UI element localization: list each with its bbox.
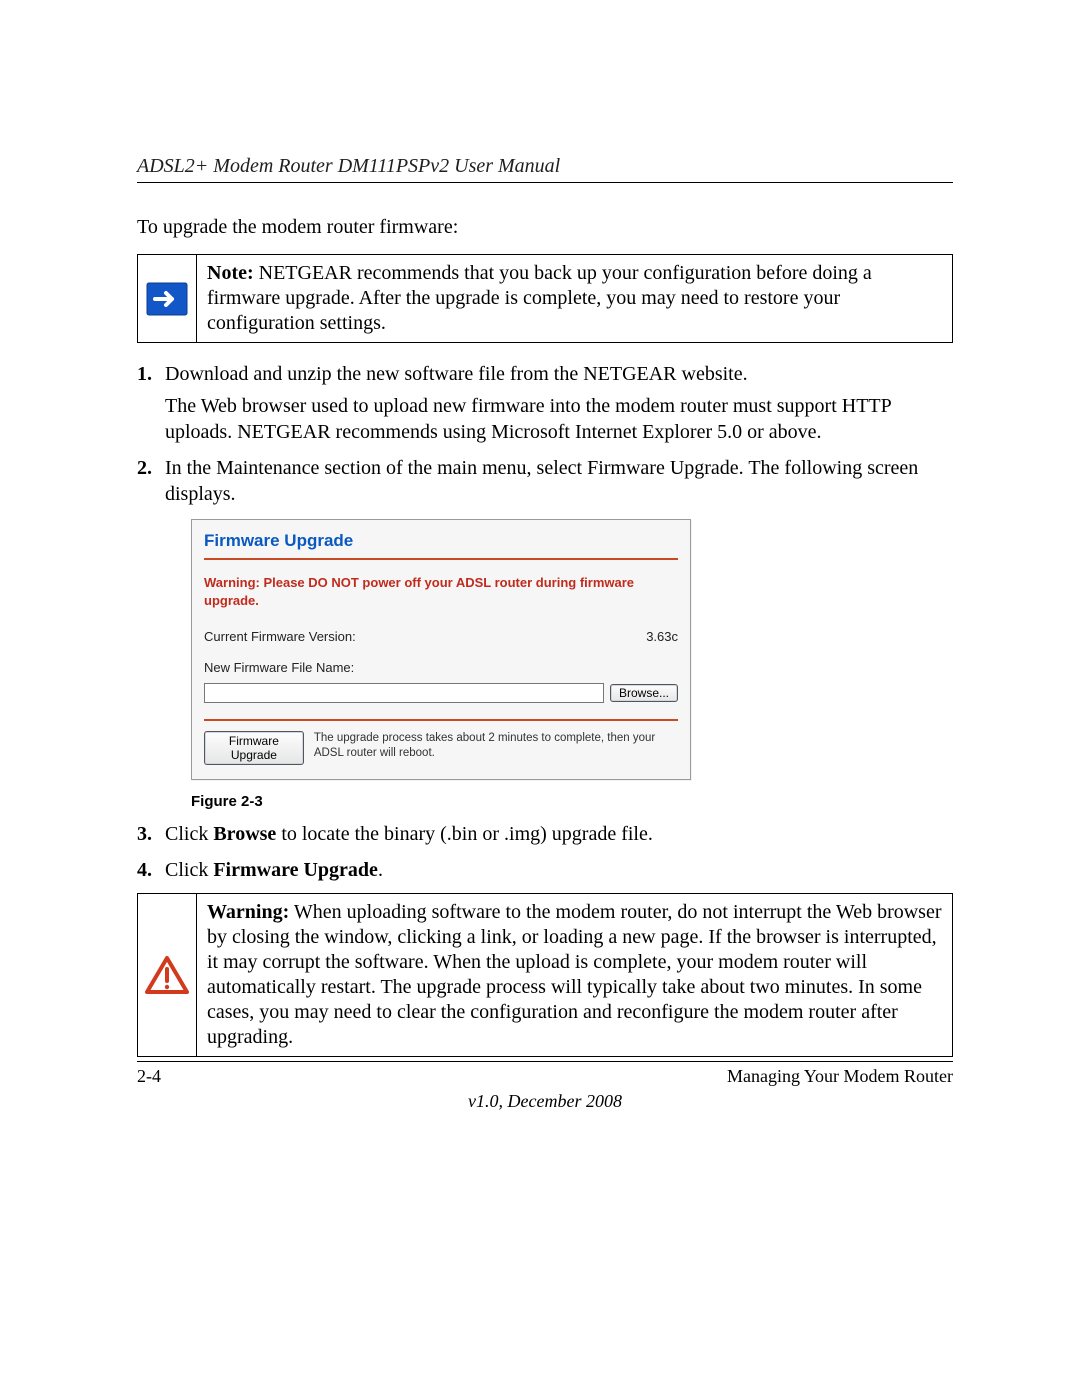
warning-icon-cell (138, 894, 197, 1057)
intro-paragraph: To upgrade the modem router firmware: (137, 215, 953, 240)
step-3-text: Click Browse to locate the binary (.bin … (165, 821, 953, 847)
note-callout: Note: NETGEAR recommends that you back u… (137, 254, 953, 343)
warning-triangle-icon (144, 955, 190, 995)
page-number: 2-4 (137, 1066, 161, 1087)
page: ADSL2+ Modem Router DM111PSPv2 User Manu… (0, 0, 1080, 1397)
steps-list: Download and unzip the new software file… (137, 361, 953, 883)
note-text: NETGEAR recommends that you back up your… (207, 262, 872, 334)
screenshot-wrap: Firmware Upgrade Warning: Please DO NOT … (191, 519, 953, 780)
panel-bottom-row: Firmware Upgrade The upgrade process tak… (204, 731, 678, 765)
upgrade-hint: The upgrade process takes about 2 minute… (314, 731, 678, 761)
step-1: Download and unzip the new software file… (137, 361, 953, 445)
step-3-post: to locate the binary (.bin or .img) upgr… (276, 823, 653, 845)
panel-divider (204, 719, 678, 721)
warning-callout: Warning: When uploading software to the … (137, 893, 953, 1057)
firmware-upgrade-button[interactable]: Firmware Upgrade (204, 731, 304, 765)
arrow-note-icon (146, 282, 188, 316)
step-3-pre: Click (165, 823, 213, 845)
panel-title: Firmware Upgrade (204, 530, 678, 560)
current-version-label: Current Firmware Version: (204, 629, 356, 646)
page-footer: 2-4 Managing Your Modem Router v1.0, Dec… (137, 1061, 953, 1112)
new-file-label-row: New Firmware File Name: (204, 660, 678, 677)
note-icon-cell (138, 255, 197, 343)
step-4-text: Click Firmware Upgrade. (165, 857, 953, 883)
footer-version: v1.0, December 2008 (137, 1091, 953, 1112)
warning-label: Warning: (207, 901, 289, 923)
step-2: In the Maintenance section of the main m… (137, 455, 953, 811)
firmware-upgrade-panel: Firmware Upgrade Warning: Please DO NOT … (191, 519, 691, 780)
new-file-label: New Firmware File Name: (204, 660, 354, 677)
note-text-cell: Note: NETGEAR recommends that you back u… (197, 255, 953, 343)
figure-caption: Figure 2-3 (191, 792, 953, 812)
step-4: Click Firmware Upgrade. (137, 857, 953, 883)
step-2-text: In the Maintenance section of the main m… (165, 455, 953, 507)
file-input-row: Browse... (204, 683, 678, 703)
panel-warning: Warning: Please DO NOT power off your AD… (204, 574, 678, 609)
current-version-value: 3.63c (646, 629, 678, 646)
step-3: Click Browse to locate the binary (.bin … (137, 821, 953, 847)
step-4-pre: Click (165, 859, 213, 881)
current-version-row: Current Firmware Version: 3.63c (204, 629, 678, 646)
step-4-post: . (378, 859, 383, 881)
body: To upgrade the modem router firmware: No… (137, 215, 953, 1057)
step-1-p1: Download and unzip the new software file… (165, 361, 953, 387)
step-1-p2: The Web browser used to upload new firmw… (165, 393, 953, 445)
step-3-bold: Browse (213, 823, 276, 845)
footer-rule (137, 1061, 953, 1062)
note-label: Note: (207, 262, 254, 284)
running-header: ADSL2+ Modem Router DM111PSPv2 User Manu… (137, 155, 953, 183)
footer-line: 2-4 Managing Your Modem Router (137, 1066, 953, 1087)
footer-section: Managing Your Modem Router (727, 1066, 953, 1087)
warning-text-cell: Warning: When uploading software to the … (197, 894, 953, 1057)
step-4-bold: Firmware Upgrade (213, 859, 378, 881)
firmware-file-input[interactable] (204, 683, 604, 703)
browse-button[interactable]: Browse... (610, 684, 678, 702)
warning-text: When uploading software to the modem rou… (207, 901, 942, 1048)
